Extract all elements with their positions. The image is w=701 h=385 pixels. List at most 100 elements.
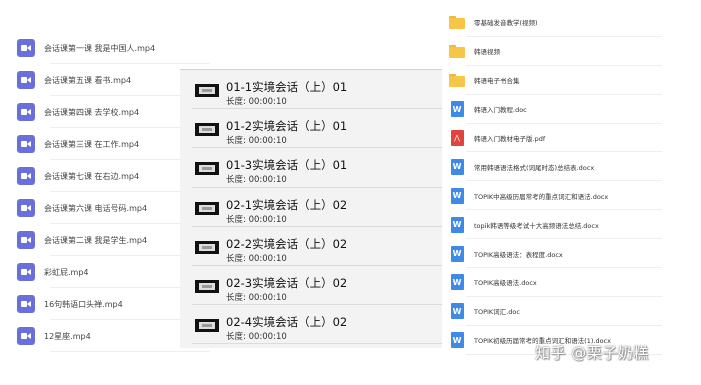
lesson-duration: 长度: 00:00:10 [226, 173, 287, 185]
video-file-name: 16句韩语口头禅.mp4 [44, 299, 123, 309]
document-file-item[interactable]: W 韩语入门教程.doc [442, 95, 672, 124]
video-file-icon [17, 263, 35, 281]
lesson-duration: 长度: 00:00:10 [226, 291, 287, 303]
document-file-item[interactable]: Wtopik韩语等级考试十大高频语法总结.docx [442, 210, 672, 240]
audio-lesson-item[interactable]: 02-1实境会话（上）02 长度: 00:00:10 [180, 188, 442, 227]
document-file-item[interactable]: W TOPIK高级语法.docx [442, 268, 672, 297]
document-file-item[interactable]: ⋀ 韩语入门教材电子版.pdf [442, 124, 672, 153]
word-file-icon: W [449, 158, 465, 175]
duration-label: 长度: [226, 97, 246, 107]
duration-label: 长度: [226, 136, 246, 147]
file-name: 韩语入门教材电子版.pdf [474, 135, 546, 143]
video-file-name: 彩虹屁.mp4 [44, 267, 89, 277]
lesson-duration: 长度: 00:00:10 [226, 330, 287, 342]
file-name: topik韩语等级考试十大高频语法总结.docx [474, 221, 599, 230]
folder-icon [449, 14, 465, 30]
word-file-icon: W [449, 274, 465, 291]
video-file-name: 会话课第二课 我是学生.mp4 [44, 235, 148, 245]
lesson-duration: 长度: 00:00:10 [226, 213, 287, 225]
file-name: 韩语电子书合集 [474, 77, 520, 86]
document-file-list: 零基础发音教学(视频) 韩语视频韩语电子书合集 W 韩语入门教程.doc ⋀ 韩语入门教材… [442, 8, 672, 355]
lesson-duration: 长度: 00:00:10 [226, 252, 287, 264]
video-file-icon [17, 135, 35, 153]
duration-value: 00:00:10 [248, 332, 287, 343]
audio-thumbnail-icon [195, 240, 219, 254]
video-file-name: 会话课第五课 看书.mp4 [44, 75, 132, 85]
word-file-icon: W [449, 187, 465, 204]
audio-thumbnail-icon [195, 201, 219, 215]
lesson-title: 01-2实境会话（上）01 [226, 119, 348, 134]
lesson-title: 02-2实境会话（上）02 [226, 236, 348, 251]
document-file-item[interactable]: W 常用韩语语法格式(词尾时态)总结表.docx [442, 152, 672, 182]
audio-lesson-item[interactable]: 01-3实境会话（上）01 长度: 00:00:10 [180, 148, 442, 188]
video-file-icon [17, 103, 35, 121]
video-file-icon [17, 167, 35, 185]
lesson-title: 01-1实境会话（上）01 [226, 80, 348, 94]
file-name: 韩语入门教程.doc [474, 106, 527, 115]
audio-lesson-item[interactable]: 01-2实境会话（上）01 长度: 00:00:10 [180, 109, 442, 149]
audio-thumbnail-icon [195, 279, 219, 293]
word-file-icon: W [449, 303, 465, 320]
duration-label: 长度: [226, 332, 246, 343]
word-file-icon: W [449, 216, 465, 233]
folder-icon [449, 72, 465, 88]
duration-label: 长度: [226, 292, 246, 303]
lesson-duration: 长度: 00:00:10 [226, 134, 287, 146]
file-name: 韩语视频 [474, 48, 500, 57]
duration-value: 00:00:10 [248, 214, 287, 225]
audio-thumbnail-icon [195, 319, 219, 333]
video-file-name: 会话课第三课 在工作.mp4 [44, 139, 140, 149]
video-file-name: 会话课第六课 电话号码.mp4 [44, 203, 148, 213]
video-file-name: 会话课第七课 在右边.mp4 [44, 171, 140, 181]
document-file-item[interactable]: W TOPIK中高级历届常考的重点词汇和语法.docx [442, 181, 672, 211]
video-file-name: 会话课第一课 我是中国人.mp4 [44, 43, 156, 53]
row-divider [50, 351, 210, 352]
lesson-duration: 长度: 00:00:10 [226, 95, 287, 107]
duration-value: 00:00:10 [248, 292, 287, 303]
duration-label: 长度: [226, 214, 246, 225]
pdf-file-icon: ⋀ [449, 130, 465, 146]
video-file-icon [17, 39, 35, 57]
video-file-icon [17, 199, 35, 217]
zhihu-watermark: 知乎 @栗子奶糕 [535, 344, 649, 362]
duration-label: 长度: [226, 175, 246, 186]
video-file-icon [17, 231, 35, 249]
audio-thumbnail-icon [195, 162, 219, 176]
duration-value: 00:00:10 [248, 97, 287, 107]
file-name: TOPIK中高级历届常考的重点词汇和语法.docx [474, 192, 609, 201]
video-file-icon [17, 71, 35, 89]
lesson-title: 02-1实境会话（上）02 [226, 197, 348, 212]
video-file-item[interactable]: 会话课第一课 我是中国人.mp4 [10, 32, 210, 64]
folder-item[interactable]: 韩语电子书合集 [442, 66, 672, 95]
lesson-title: 02-4实境会话（上）02 [226, 315, 348, 330]
duration-value: 00:00:10 [248, 136, 287, 147]
audio-lesson-item[interactable]: 02-3实境会话（上）02 长度: 00:00:10 [180, 266, 442, 306]
file-name: TOPIK词汇.doc [474, 308, 520, 317]
row-divider [192, 343, 442, 345]
folder-item[interactable]: 韩语视频 [442, 37, 672, 66]
word-file-icon: W [449, 332, 465, 349]
duration-value: 00:00:10 [248, 175, 287, 186]
audio-lesson-item[interactable]: 01-1实境会话（上）01 长度: 00:00:10 [180, 70, 442, 110]
audio-lesson-item[interactable]: 02-2实境会话（上）02 长度: 00:00:10 [180, 227, 442, 266]
video-file-name: 12星座.mp4 [44, 331, 91, 341]
duration-label: 长度: [226, 253, 246, 264]
file-name: 常用韩语语法格式(词尾时态)总结表.docx [474, 163, 595, 172]
video-file-icon [17, 295, 35, 313]
file-name: TOPIK高级语法：表程度.docx [474, 250, 563, 259]
file-name: TOPIK高级语法.docx [474, 279, 537, 288]
word-file-icon: W [449, 245, 465, 262]
audio-thumbnail-icon [195, 84, 219, 97]
audio-lesson-list: 01-1实境会话（上）01 长度: 00:00:10 01-2实境会话（上）01 长度… [180, 69, 442, 348]
document-file-item[interactable]: W TOPIK词汇.doc [442, 297, 672, 326]
audio-lesson-item[interactable]: 02-4实境会话（上）02 长度: 00:00:10 [180, 305, 442, 345]
lesson-title: 02-3实境会话（上）02 [226, 275, 348, 290]
lesson-title: 01-3实境会话（上）01 [226, 158, 348, 173]
folder-icon [449, 43, 465, 59]
video-file-name: 会话课第四课 去学校.mp4 [44, 107, 140, 117]
document-file-item[interactable]: W TOPIK高级语法：表程度.docx [442, 239, 672, 269]
duration-value: 00:00:10 [248, 253, 287, 264]
video-file-icon [17, 327, 35, 345]
folder-item[interactable]: 零基础发音教学(视频) [442, 8, 672, 37]
word-file-icon: W [449, 101, 465, 118]
